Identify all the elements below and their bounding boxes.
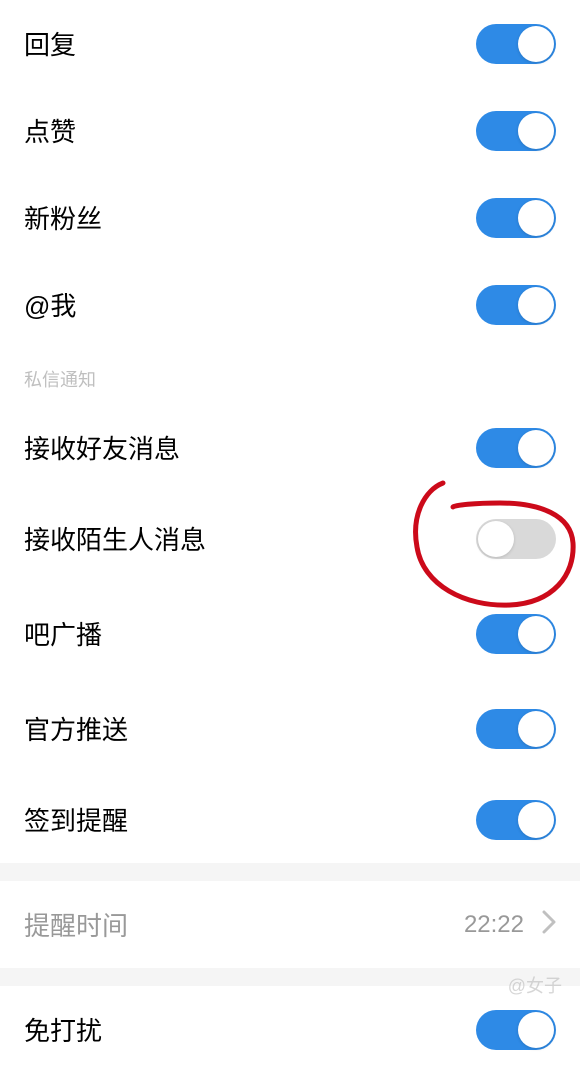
label-new-fans: 新粉丝 xyxy=(24,199,102,236)
label-like: 点赞 xyxy=(24,112,76,149)
toggle-like[interactable] xyxy=(476,111,556,151)
label-reply: 回复 xyxy=(24,25,76,62)
toggle-at-me[interactable] xyxy=(476,285,556,325)
toggle-knob xyxy=(518,1012,554,1048)
toggle-reply[interactable] xyxy=(476,24,556,64)
nav-right: 22:22 xyxy=(464,910,556,939)
divider xyxy=(0,968,580,986)
toggle-knob xyxy=(518,711,554,747)
toggle-friend-msg[interactable] xyxy=(476,428,556,468)
section-header-private-msg: 私信通知 xyxy=(0,348,580,404)
toggle-new-fans[interactable] xyxy=(476,198,556,238)
row-reminder-time[interactable]: 提醒时间 22:22 xyxy=(0,881,580,968)
toggle-knob xyxy=(518,802,554,838)
row-official-push: 官方推送 xyxy=(0,681,580,776)
label-friend-msg: 接收好友消息 xyxy=(24,429,180,466)
row-like: 点赞 xyxy=(0,87,580,174)
toggle-knob xyxy=(518,26,554,62)
label-reminder-time: 提醒时间 xyxy=(24,906,128,943)
label-stranger-msg: 接收陌生人消息 xyxy=(24,520,206,557)
toggle-knob xyxy=(518,616,554,652)
row-friend-msg: 接收好友消息 xyxy=(0,404,580,491)
label-at-me: @我 xyxy=(24,286,76,323)
label-broadcast: 吧广播 xyxy=(24,615,102,652)
toggle-knob xyxy=(518,287,554,323)
chevron-right-icon xyxy=(542,910,556,939)
toggle-knob xyxy=(518,113,554,149)
toggle-dnd[interactable] xyxy=(476,1010,556,1050)
toggle-broadcast[interactable] xyxy=(476,614,556,654)
toggle-official-push[interactable] xyxy=(476,709,556,749)
row-stranger-msg: 接收陌生人消息 xyxy=(0,491,580,586)
row-reply: 回复 xyxy=(0,0,580,87)
row-new-fans: 新粉丝 xyxy=(0,174,580,261)
row-at-me: @我 xyxy=(0,261,580,348)
toggle-knob xyxy=(518,430,554,466)
toggle-knob xyxy=(518,200,554,236)
toggle-checkin-reminder[interactable] xyxy=(476,800,556,840)
row-broadcast: 吧广播 xyxy=(0,586,580,681)
label-official-push: 官方推送 xyxy=(24,710,128,747)
watermark: @女子 xyxy=(508,972,562,998)
row-dnd: 免打扰 xyxy=(0,986,580,1073)
label-checkin-reminder: 签到提醒 xyxy=(24,801,128,838)
divider xyxy=(0,863,580,881)
label-dnd: 免打扰 xyxy=(24,1011,102,1048)
value-reminder-time: 22:22 xyxy=(464,911,524,939)
toggle-knob xyxy=(478,521,514,557)
row-checkin-reminder: 签到提醒 xyxy=(0,776,580,863)
toggle-stranger-msg[interactable] xyxy=(476,519,556,559)
